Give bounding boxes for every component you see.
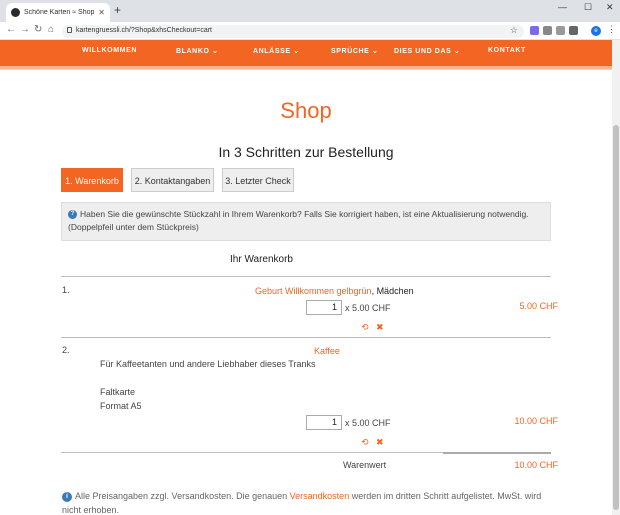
product-variant: , Mädchen: [371, 286, 414, 296]
nav-label: BLANKO: [176, 48, 210, 55]
nav-item-anlaesse[interactable]: ANLÄSSE ⌄: [253, 47, 300, 55]
product-link[interactable]: Kaffee: [314, 346, 340, 356]
product-format: Faltkarte: [100, 387, 136, 397]
site-navigation: WILLKOMMEN BLANKO ⌄ ANLÄSSE ⌄ SPRÜCHE ⌄ …: [0, 40, 612, 66]
browser-tab[interactable]: Schöne Karten ≈ Shop ✕: [6, 3, 110, 22]
chevron-down-icon: ⌄: [371, 48, 379, 55]
chevron-down-icon: ⌄: [293, 48, 300, 55]
forward-icon[interactable]: →: [20, 24, 30, 35]
profile-avatar[interactable]: e: [591, 26, 601, 36]
item-total: 5.00 CHF: [519, 301, 558, 311]
site-favicon-icon: [11, 8, 20, 17]
nav-label: ANLÄSSE: [253, 48, 291, 55]
nav-item-dies-und-das[interactable]: DIES UND DAS ⌄: [394, 47, 460, 55]
subtotal-label: Warenwert: [343, 460, 387, 470]
info-text: Haben Sie die gewünschte Stückzahl in Ih…: [68, 209, 529, 232]
nav-label: SPRÜCHE: [331, 48, 370, 55]
nav-label: DIES UND DAS: [394, 48, 452, 55]
delete-icon[interactable]: ✖: [376, 437, 384, 448]
divider: [61, 337, 551, 338]
quantity-input[interactable]: 1: [306, 300, 342, 315]
browser-titlebar: Schöne Karten ≈ Shop ✕ + — ☐ ✕: [0, 0, 620, 22]
reload-icon[interactable]: ↻: [34, 24, 42, 35]
note-text: Alle Preisangaben zzgl. Versandkosten. D…: [75, 491, 290, 501]
info-icon: i: [62, 491, 72, 502]
divider: [61, 276, 551, 277]
shipping-costs-link[interactable]: Versandkosten: [290, 491, 350, 501]
product-description: Für Kaffeetanten und andere Liebhaber di…: [100, 359, 316, 369]
new-tab-icon[interactable]: +: [114, 3, 121, 17]
tab-close-icon[interactable]: ✕: [98, 8, 105, 17]
unit-price: x 5.00 CHF: [345, 418, 391, 428]
window-close-icon[interactable]: ✕: [606, 2, 614, 13]
extension-icon[interactable]: [569, 26, 578, 35]
nav-item-willkommen[interactable]: WILLKOMMEN: [82, 47, 137, 54]
refresh-icon[interactable]: ⟲: [361, 437, 369, 448]
page-title: Shop: [280, 98, 332, 123]
item-total: 10.00 CHF: [514, 416, 558, 426]
cart-title: Ihr Warenkorb: [230, 254, 293, 265]
shipping-note: i Alle Preisangaben zzgl. Versandkosten. …: [62, 489, 552, 515]
unit-price: x 5.00 CHF: [345, 303, 391, 313]
item-position: 1.: [62, 285, 70, 295]
nav-item-sprueche[interactable]: SPRÜCHE ⌄: [331, 47, 378, 55]
subtotal-value: 10.00 CHF: [514, 460, 558, 470]
tab-title: Schöne Karten ≈ Shop: [24, 9, 95, 16]
product-link[interactable]: Geburt Willkommen gelbgrün: [255, 286, 372, 296]
step-letzter-check[interactable]: 3. Letzter Check: [222, 168, 294, 192]
address-bar[interactable]: kartengruessli.ch/?Shop&xhsCheckout=cart…: [62, 25, 524, 38]
nav-item-kontakt[interactable]: KONTAKT: [488, 47, 526, 54]
product-size: Format A5: [100, 401, 142, 411]
maximize-icon[interactable]: ☐: [584, 2, 592, 13]
item-position: 2.: [62, 345, 70, 355]
cart-item-name: Kaffee: [314, 346, 340, 356]
step-kontaktangaben[interactable]: 2. Kontaktangaben: [131, 168, 214, 192]
back-icon[interactable]: ←: [6, 24, 16, 35]
browser-toolbar: ← → ↻ ⌂ kartengruessli.ch/?Shop&xhsCheck…: [0, 22, 620, 40]
extension-icon[interactable]: [530, 26, 539, 35]
steps-heading: In 3 Schritten zur Bestellung: [218, 144, 394, 160]
step-warenkorb[interactable]: 1. Warenkorb: [61, 168, 123, 192]
url-text: kartengruessli.ch/?Shop&xhsCheckout=cart: [76, 27, 212, 34]
extension-icon[interactable]: [543, 26, 552, 35]
home-icon[interactable]: ⌂: [48, 24, 54, 35]
chevron-down-icon: ⌄: [212, 48, 219, 55]
question-icon: ?: [68, 210, 77, 220]
minimize-icon[interactable]: —: [558, 2, 567, 12]
menu-kebab-icon[interactable]: ⋮: [607, 24, 616, 35]
delete-icon[interactable]: ✖: [376, 322, 384, 333]
info-box: ? Haben Sie die gewünschte Stückzahl in I…: [61, 202, 551, 241]
bookmark-star-icon[interactable]: ☆: [510, 25, 518, 36]
chevron-down-icon: ⌄: [453, 48, 461, 55]
nav-item-blanko[interactable]: BLANKO ⌄: [176, 47, 219, 55]
lock-icon: [67, 27, 72, 33]
extension-icon[interactable]: [556, 26, 565, 35]
scrollbar-thumb[interactable]: [613, 125, 619, 510]
refresh-icon[interactable]: ⟲: [361, 322, 369, 333]
quantity-input[interactable]: 1: [306, 415, 342, 430]
cart-item-name: Geburt Willkommen gelbgrün, Mädchen: [255, 286, 414, 296]
total-underline: [443, 452, 551, 454]
